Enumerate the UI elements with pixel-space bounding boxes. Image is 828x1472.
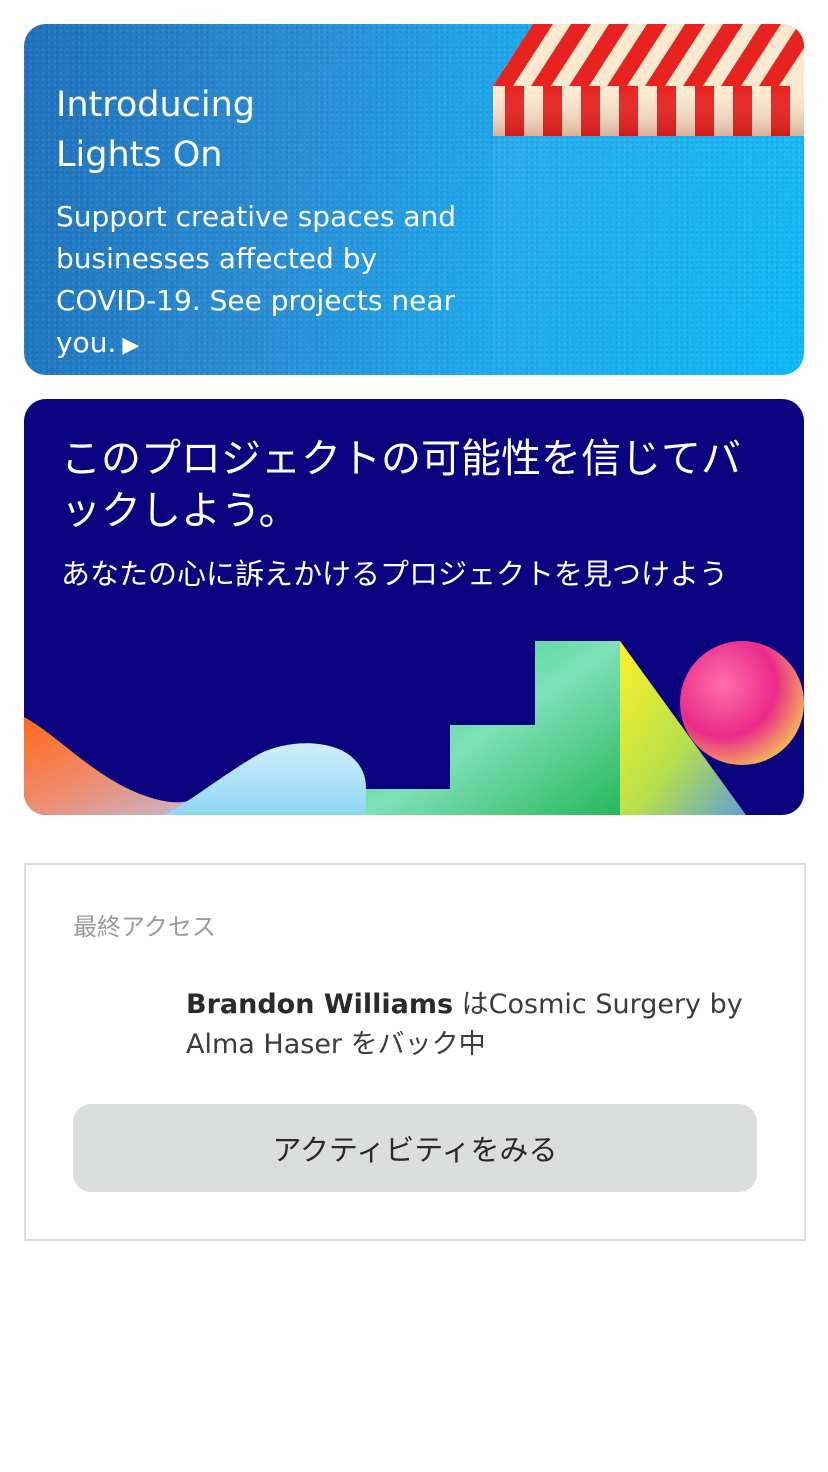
view-activity-button[interactable]: アクティビティをみる [73,1104,757,1192]
activity-suffix: をバック中 [342,1029,486,1060]
back-project-card[interactable]: このプロジェクトの可能性を信じてバックしよう。 あなたの心に訴えかけるプロジェク… [24,399,804,815]
recent-activity-panel: 最終アクセス Brandon Williams はCosmic Surgery … [24,863,806,1241]
activity-connector: は [453,989,489,1020]
lights-on-title: Introducing Lights On [56,85,256,175]
back-project-subline: あなたの心に訴えかけるプロジェクトを見つけよう [61,557,729,591]
back-project-headline: このプロジェクトの可能性を信じてバックしよう。 [61,436,741,534]
abstract-shapes-illustration [24,641,804,815]
activity-feed-item[interactable]: Brandon Williams はCosmic Surgery by Alma… [186,985,756,1065]
backer-name: Brandon Williams [186,989,454,1020]
awning-illustration [493,24,804,136]
lights-on-card[interactable]: Introducing Lights On Support creative s… [24,24,804,375]
lights-on-description: Support creative spaces and businesses a… [56,200,457,359]
play-icon: ▶ [122,333,140,358]
recent-activity-heading: 最終アクセス [73,913,216,941]
storefront-panel [493,136,804,375]
